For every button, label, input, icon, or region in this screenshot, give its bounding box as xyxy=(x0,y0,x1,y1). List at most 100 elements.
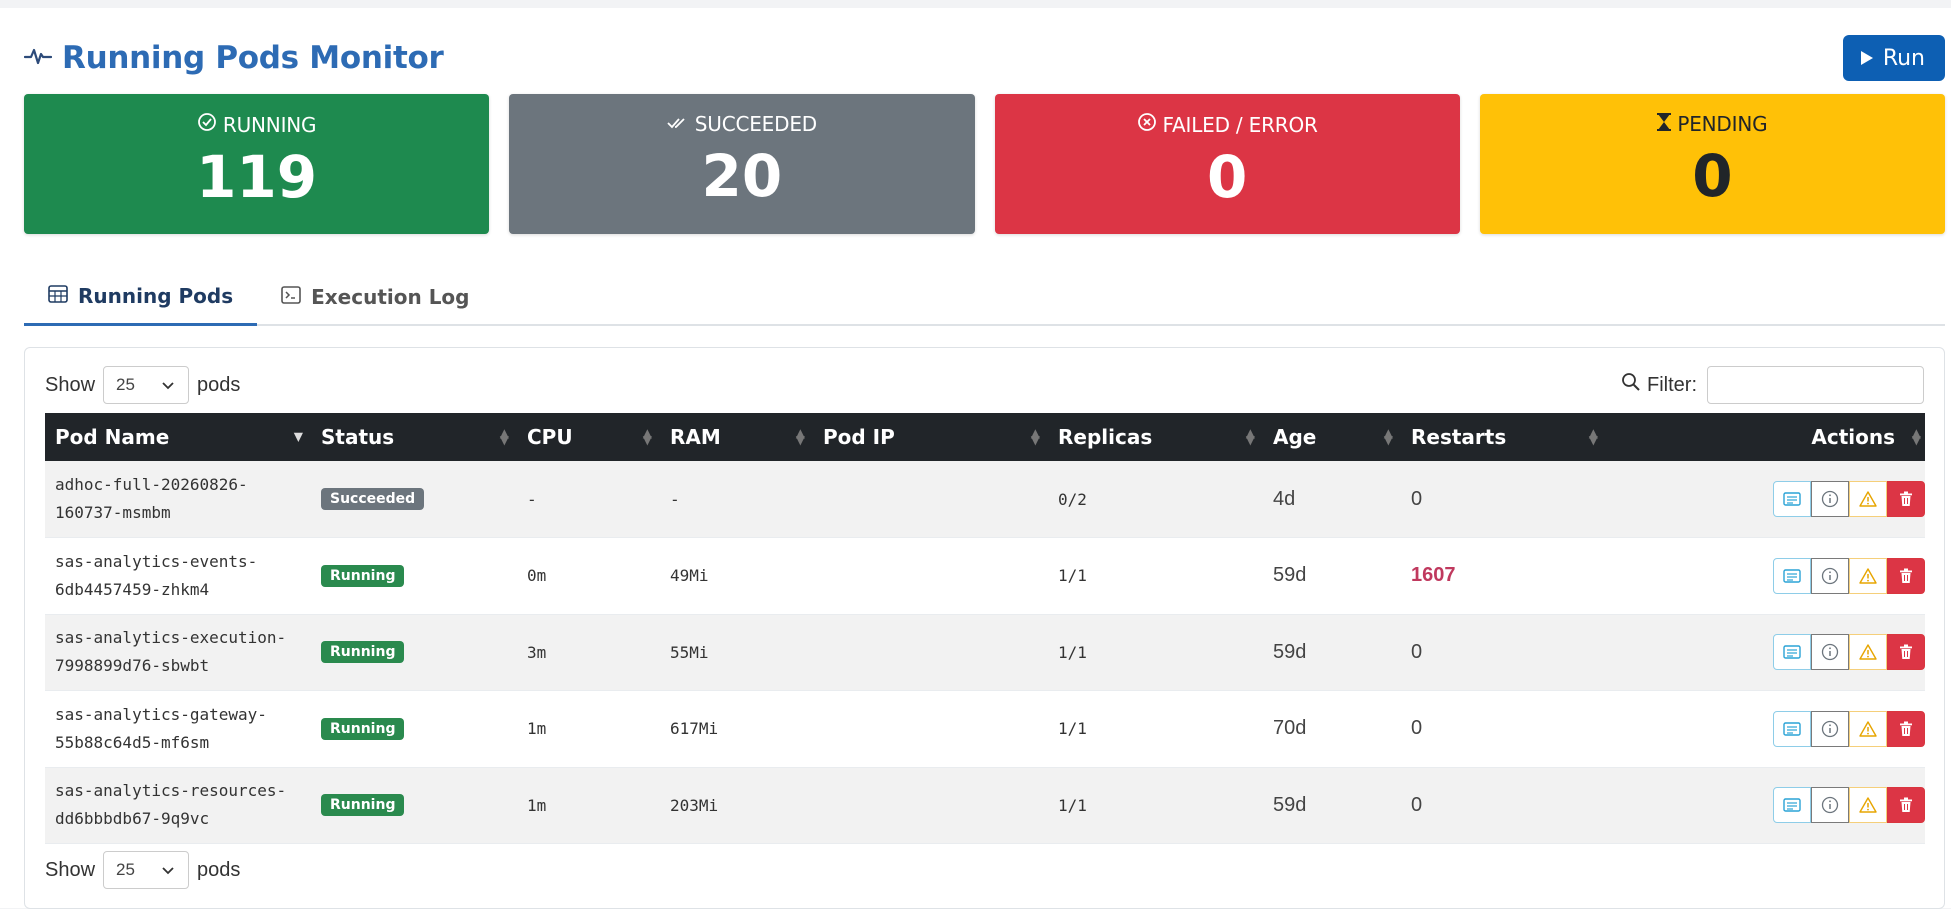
view-logs-button[interactable] xyxy=(1773,787,1811,824)
cell-replicas: 1/1 xyxy=(1058,719,1087,739)
cell-actions xyxy=(1606,691,1925,768)
col-header-ram[interactable]: RAM ▲ ▼ xyxy=(660,413,813,461)
info-icon xyxy=(1821,643,1839,661)
warning-icon xyxy=(1859,644,1877,660)
table-row: sas-analytics-resources-dd6bbbdb67-9q9vc… xyxy=(45,767,1925,844)
stat-card-succeeded: SUCCEEDED 20 xyxy=(509,94,975,234)
view-logs-button[interactable] xyxy=(1773,557,1811,594)
view-logs-button[interactable] xyxy=(1773,481,1811,517)
col-header-pod-name[interactable]: Pod Name ▼ xyxy=(45,413,311,461)
cell-restarts: 0 xyxy=(1401,614,1606,691)
stat-card-label: SUCCEEDED xyxy=(667,112,817,136)
logs-icon xyxy=(1783,645,1801,659)
col-header-age[interactable]: Age ▲ ▼ xyxy=(1263,413,1401,461)
col-label: Age xyxy=(1273,425,1317,449)
cell-restarts: 0 xyxy=(1401,461,1606,538)
cell-pod-name: sas-analytics-resources-dd6bbbdb67-9q9vc xyxy=(45,767,311,844)
events-button[interactable] xyxy=(1849,481,1887,517)
page-size-select[interactable]: 25 xyxy=(103,851,190,889)
tab-execution-log[interactable]: Execution Log xyxy=(257,268,493,326)
describe-button[interactable] xyxy=(1811,557,1849,594)
status-badge: Running xyxy=(321,717,405,740)
status-badge: Running xyxy=(321,564,405,587)
delete-button[interactable] xyxy=(1887,710,1925,747)
stat-value-running: 119 xyxy=(196,143,318,211)
col-header-pod-ip[interactable]: Pod IP ▲ ▼ xyxy=(813,413,1048,461)
col-header-cpu[interactable]: CPU ▲ ▼ xyxy=(517,413,660,461)
col-label: Status xyxy=(321,425,395,449)
sort-icon: ▲ ▼ xyxy=(1383,426,1393,447)
action-button-group xyxy=(1773,787,1925,824)
filter-input[interactable] xyxy=(1707,366,1924,404)
events-button[interactable] xyxy=(1849,787,1887,824)
describe-button[interactable] xyxy=(1811,710,1849,747)
events-button[interactable] xyxy=(1849,710,1887,747)
stat-value-failed: 0 xyxy=(1206,143,1248,211)
pod-name-line: 160737-msmbm xyxy=(55,503,171,522)
action-button-group xyxy=(1773,710,1925,747)
cell-restarts: 0 xyxy=(1401,691,1606,768)
tab-label: Running Pods xyxy=(78,283,234,308)
view-logs-button[interactable] xyxy=(1773,634,1811,671)
cell-pod-ip xyxy=(813,691,1048,768)
logs-icon xyxy=(1783,492,1801,506)
terminal-icon xyxy=(281,285,301,309)
col-header-replicas[interactable]: Replicas ▲ ▼ xyxy=(1048,413,1263,461)
pod-name-line: 7998899d76-sbwbt xyxy=(55,656,210,676)
table-icon xyxy=(48,284,68,308)
run-button-label: Run xyxy=(1882,45,1925,71)
stat-card-label: PENDING xyxy=(1657,112,1768,136)
col-label: CPU xyxy=(527,425,573,449)
tab-running-pods[interactable]: Running Pods xyxy=(24,268,258,326)
delete-button[interactable] xyxy=(1887,481,1925,517)
describe-button[interactable] xyxy=(1811,787,1849,824)
cell-status: Running xyxy=(311,691,517,768)
cell-ram: - xyxy=(670,489,680,509)
trash-icon xyxy=(1899,797,1913,813)
cell-replicas: 1/1 xyxy=(1058,795,1087,815)
col-label: RAM xyxy=(670,425,721,449)
sort-icon: ▲ ▼ xyxy=(795,426,805,447)
delete-button[interactable] xyxy=(1887,787,1925,824)
filter-control: Filter: xyxy=(1621,366,1924,404)
cell-age: 59d xyxy=(1273,640,1307,663)
page-size-select[interactable]: 25 xyxy=(103,366,190,404)
delete-button[interactable] xyxy=(1887,557,1925,594)
col-header-restarts[interactable]: Restarts ▲ ▼ xyxy=(1401,413,1606,461)
restarts-value: 0 xyxy=(1411,793,1423,816)
hourglass-icon xyxy=(1657,112,1672,136)
stat-label-pending: PENDING xyxy=(1677,112,1768,136)
view-logs-button[interactable] xyxy=(1773,710,1811,747)
stat-card-failed: FAILED / ERROR 0 xyxy=(994,94,1460,234)
col-label: Actions xyxy=(1811,425,1895,449)
page-size-control-top: Show 25 pods xyxy=(45,366,240,404)
events-button[interactable] xyxy=(1849,634,1887,671)
describe-button[interactable] xyxy=(1811,481,1849,517)
logs-icon xyxy=(1783,798,1801,812)
run-button[interactable]: Run xyxy=(1842,35,1945,81)
table-header-row: Pod Name ▼ Status ▲ ▼ CPU ▲ ▼ RAM ▲ ▼ Pod IP ▲ ▼ … xyxy=(45,413,1925,461)
cell-replicas: 1/1 xyxy=(1058,566,1087,586)
describe-button[interactable] xyxy=(1811,634,1849,671)
cell-pod-name: sas-analytics-execution- 7998899d76-sbwbt xyxy=(45,614,311,691)
cell-cpu: 1m xyxy=(527,795,547,815)
cell-cpu: 3m xyxy=(527,642,547,662)
pod-name-line: 6db4457459-zhkm4 xyxy=(55,579,210,599)
trash-icon xyxy=(1899,644,1913,660)
pod-name-line: sas-analytics-events- xyxy=(55,551,258,571)
delete-button[interactable] xyxy=(1887,634,1925,671)
page-size-value: 25 xyxy=(116,860,135,879)
events-button[interactable] xyxy=(1849,557,1887,594)
chevron-down-icon xyxy=(162,375,174,395)
cell-pod-name: sas-analytics-events- 6db4457459-zhkm4 xyxy=(45,538,311,615)
col-header-status[interactable]: Status ▲ ▼ xyxy=(311,413,517,461)
x-circle-icon xyxy=(1137,112,1157,137)
cell-pod-ip xyxy=(813,461,1048,538)
col-header-actions: Actions ▲ ▼ xyxy=(1606,413,1925,461)
restarts-value: 0 xyxy=(1411,487,1423,510)
cell-pod-name: adhoc-full-20260826- 160737-msmbm xyxy=(45,461,311,538)
cell-age: 59d xyxy=(1273,564,1307,587)
tab-bar: Running Pods Execution Log xyxy=(24,268,1945,326)
sort-icon: ▲ ▼ xyxy=(1030,426,1040,447)
page-title: Running Pods Monitor xyxy=(62,40,444,76)
